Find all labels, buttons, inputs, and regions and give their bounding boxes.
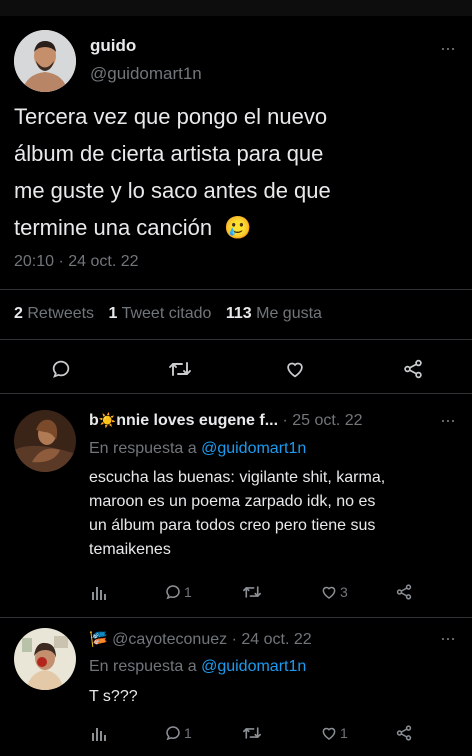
avatar[interactable] [14, 410, 76, 472]
tweet-timestamp[interactable]: 20:10 · 24 oct. 22 [14, 253, 139, 271]
likes-count: 113 [225, 305, 252, 322]
like-icon[interactable] [320, 583, 338, 601]
retweet-icon[interactable] [242, 583, 262, 601]
status-strip [0, 0, 472, 16]
reply-context: En respuesta a @guidomart1n [89, 658, 306, 676]
handle[interactable]: @guidomart1n [90, 64, 202, 84]
reply-to-handle[interactable]: @guidomart1n [201, 658, 306, 675]
quotes-stat[interactable]: 1 Tweet citado [109, 305, 216, 322]
reply-date[interactable]: 25 oct. 22 [292, 412, 362, 429]
tweet-text-line: álbum de cierta artista para que [14, 141, 324, 166]
more-options-icon[interactable]: ··· [440, 410, 456, 431]
share-icon[interactable] [402, 358, 424, 380]
like-count: 3 [340, 584, 348, 600]
share-icon[interactable] [395, 583, 413, 601]
reply-text: escucha las buenas: vigilante shit, karm… [89, 466, 385, 562]
tweet-text: Tercera vez que pongo el nuevo álbum de … [14, 98, 331, 246]
likes-stat[interactable]: 113 Me gusta [226, 305, 322, 322]
reply-date[interactable]: 24 oct. 22 [241, 631, 311, 648]
reply-text-line: escucha las buenas: vigilante shit, karm… [89, 469, 386, 486]
reply-icon[interactable] [164, 724, 182, 742]
like-icon[interactable] [320, 724, 338, 742]
quotes-label: Tweet citado [121, 305, 212, 322]
emoji: 🥲 [224, 215, 252, 240]
reply-text-line: maroon es un poema zarpado idk, no es [89, 493, 376, 510]
analytics-icon[interactable] [90, 724, 108, 742]
likes-label: Me gusta [256, 305, 322, 322]
reply-text-line: T s??? [89, 688, 138, 705]
reply-to-label: En respuesta a [89, 440, 197, 457]
reply-icon[interactable] [164, 583, 182, 601]
reply-icon[interactable] [50, 358, 72, 380]
tweet-stats: 2 Retweets 1 Tweet citado 113 Me gusta [14, 305, 322, 323]
display-name-part: nnie loves eugene f... [116, 412, 279, 429]
reply-header: 🎏 @cayoteconuez · 24 oct. 22 [89, 630, 312, 649]
display-name-part: b [89, 412, 99, 429]
analytics-icon[interactable] [90, 583, 108, 601]
reply-text-line: temaikenes [89, 541, 171, 558]
reply-text-line: un álbum para todos creo pero tiene sus [89, 517, 376, 534]
tweet-text-last-line: termine una canción 🥲 [14, 209, 331, 246]
avatar-photo [14, 30, 76, 92]
flag-emoji: 🎏 [89, 631, 108, 648]
quotes-count: 1 [108, 305, 118, 322]
retweets-count: 2 [14, 305, 23, 322]
divider [0, 339, 472, 340]
share-icon[interactable] [395, 724, 413, 742]
retweets-stat[interactable]: 2 Retweets [14, 305, 99, 322]
handle[interactable]: @cayoteconuez [112, 631, 227, 648]
divider [0, 617, 472, 618]
dot-separator: · [58, 253, 69, 270]
like-icon[interactable] [284, 358, 306, 380]
tweet-date: 24 oct. 22 [68, 253, 139, 270]
display-name[interactable]: b☀️nnie loves eugene f... [89, 412, 283, 429]
avatar[interactable] [14, 628, 76, 690]
display-name[interactable]: guido [90, 36, 136, 56]
tweet-text-line: termine una canción [14, 215, 213, 240]
sun-emoji: ☀️ [98, 412, 117, 428]
avatar[interactable] [14, 30, 76, 92]
tweet-text-line: Tercera vez que pongo el nuevo [14, 104, 328, 129]
reply-to-handle[interactable]: @guidomart1n [201, 440, 306, 457]
retweet-icon[interactable] [168, 358, 192, 380]
tweet-time: 20:10 [14, 253, 55, 270]
retweet-icon[interactable] [242, 724, 262, 742]
reply-to-label: En respuesta a [89, 658, 197, 675]
divider [0, 393, 472, 394]
avatar-photo [14, 410, 76, 472]
more-options-icon[interactable]: ··· [440, 628, 456, 649]
reply-count: 1 [184, 584, 192, 600]
reply-count: 1 [184, 725, 192, 741]
reply-header: b☀️nnie loves eugene f... · 25 oct. 22 [89, 412, 363, 430]
dot-separator: · [282, 412, 293, 429]
retweets-label: Retweets [27, 305, 95, 322]
divider [0, 289, 472, 290]
reply-context: En respuesta a @guidomart1n [89, 440, 306, 458]
tweet-text-line: me guste y lo saco antes de que [14, 178, 331, 203]
like-count: 1 [340, 725, 348, 741]
dot-separator: · [231, 631, 242, 648]
more-options-icon[interactable]: ··· [440, 38, 456, 59]
avatar-photo [14, 628, 76, 690]
